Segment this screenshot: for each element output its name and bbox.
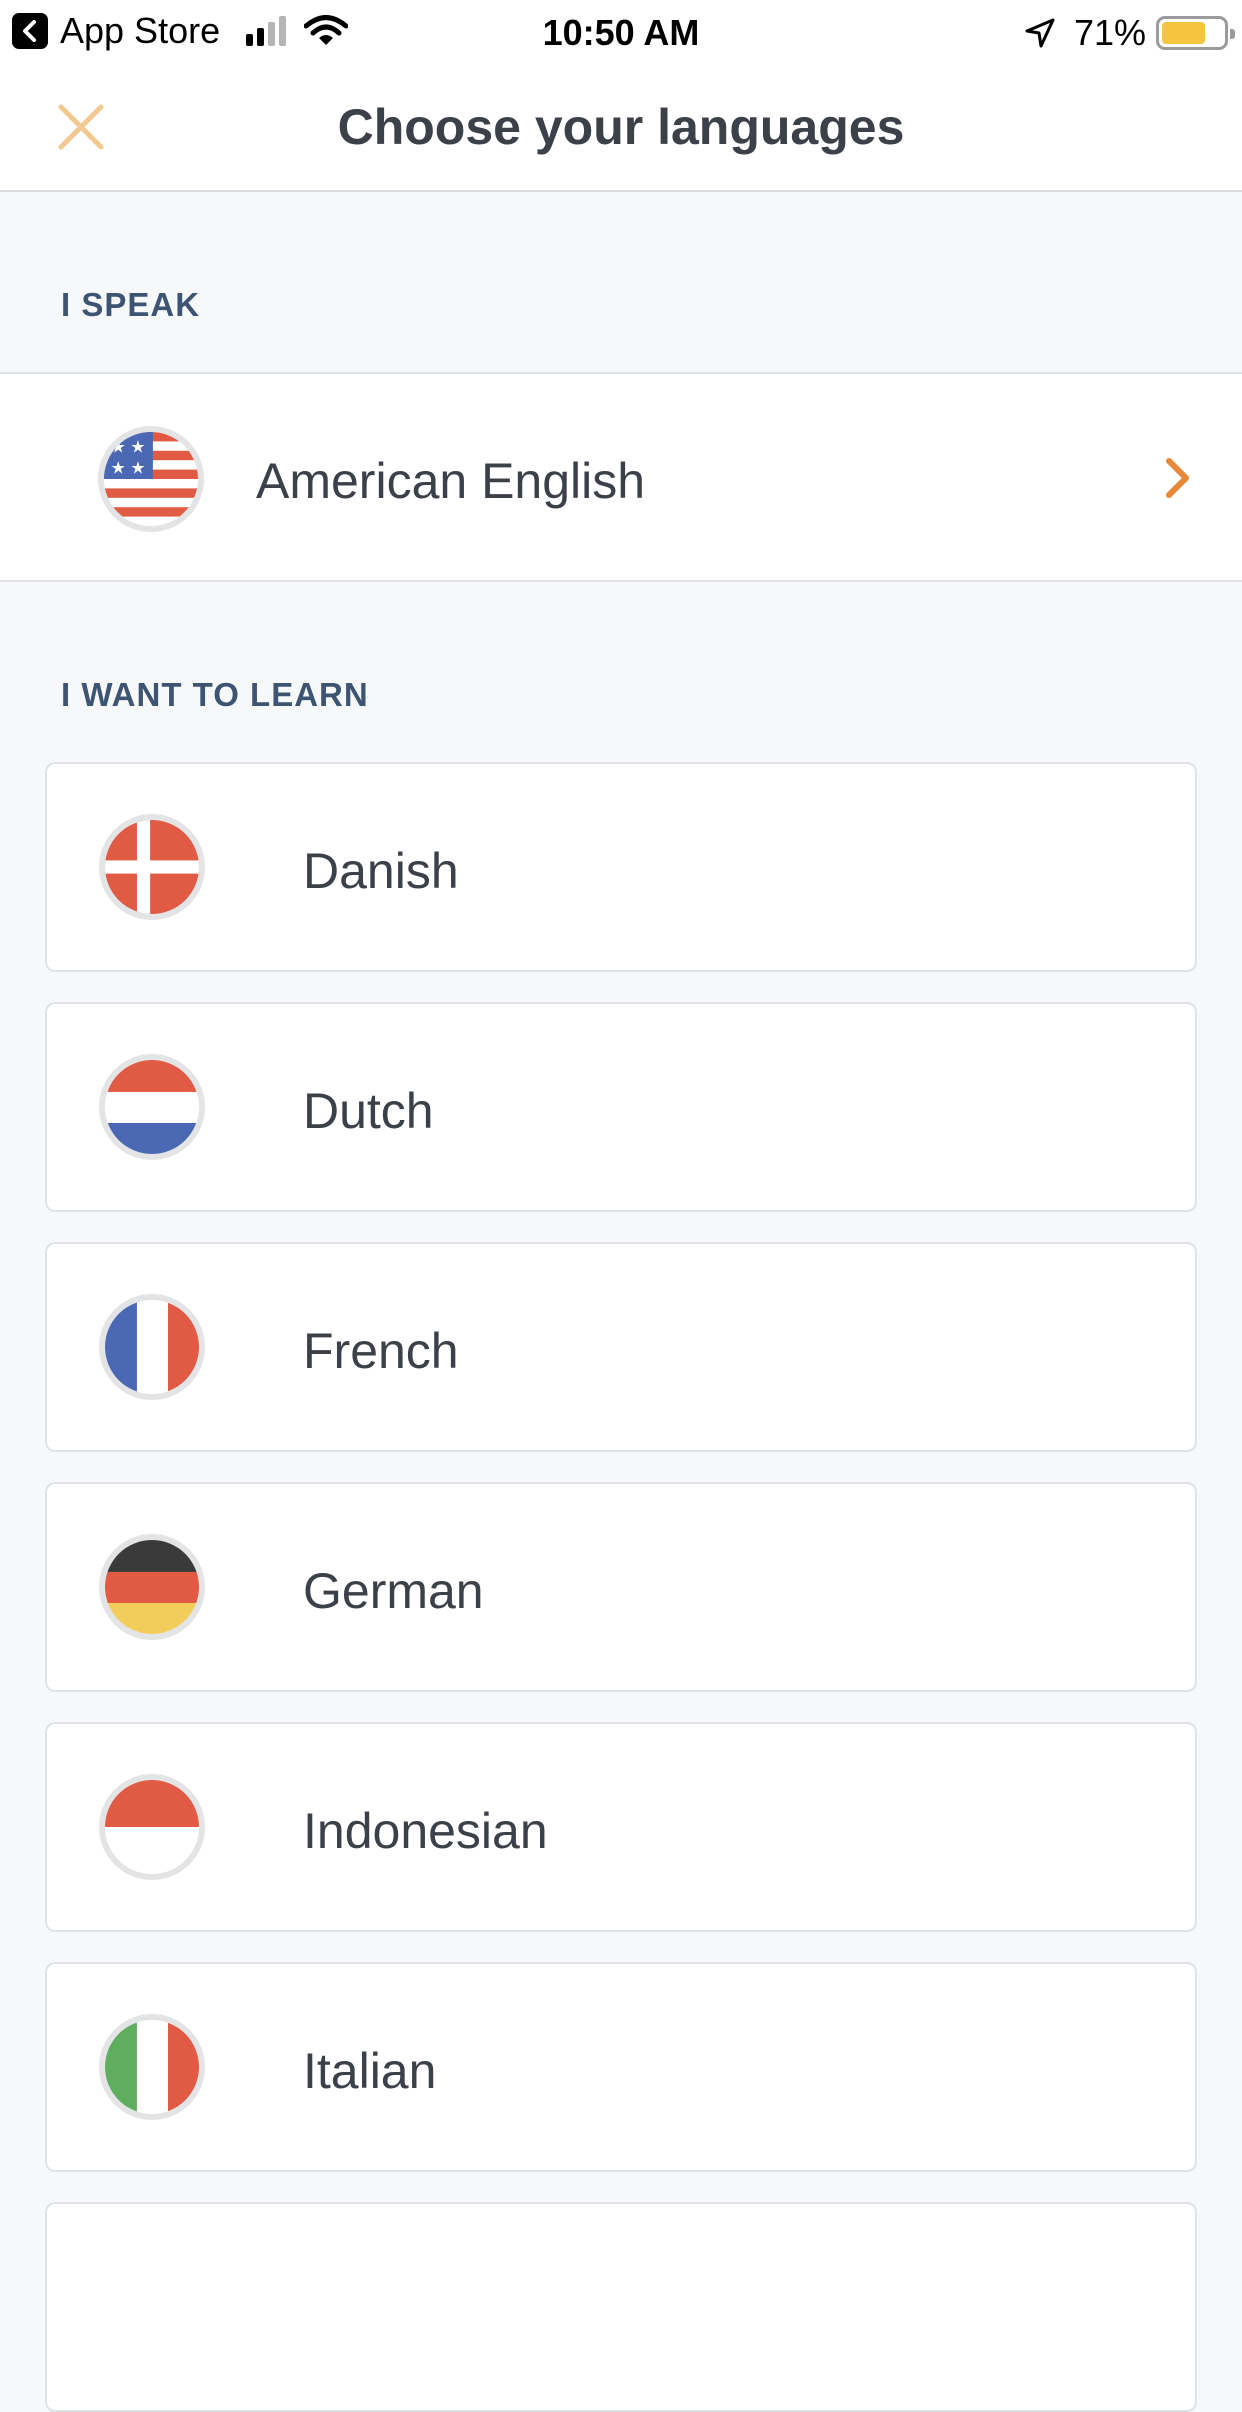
page-title: Choose your languages: [337, 99, 905, 155]
denmark-flag-icon: [99, 814, 205, 920]
header: Choose your languages: [0, 62, 1242, 192]
germany-flag-icon: [99, 1534, 205, 1640]
netherlands-flag-icon: [99, 1054, 205, 1160]
language-card-french[interactable]: French: [45, 1242, 1197, 1452]
us-flag-icon: ★ ★ ★ ★: [98, 426, 204, 532]
indonesia-flag-icon: [99, 1774, 205, 1880]
battery-percent: 71%: [1073, 12, 1146, 53]
language-card-italian[interactable]: Italian: [45, 1962, 1197, 2172]
speak-section-label: I SPEAK: [61, 286, 201, 323]
svg-text:★: ★: [130, 457, 145, 477]
italy-flag-icon: [99, 2014, 205, 2120]
svg-text:★: ★: [111, 457, 126, 477]
status-left: App Store: [12, 10, 349, 52]
language-label: Indonesian: [303, 1803, 548, 1859]
language-label: French: [303, 1323, 459, 1379]
language-card-indonesian[interactable]: Indonesian: [45, 1722, 1197, 1932]
language-card-next[interactable]: [45, 2202, 1197, 2412]
language-label: Italian: [303, 2043, 437, 2099]
svg-text:★: ★: [111, 437, 126, 457]
language-label: German: [303, 1563, 484, 1619]
back-to-app-icon[interactable]: [12, 13, 48, 49]
language-label: Danish: [303, 843, 459, 899]
battery-icon: [1156, 16, 1235, 50]
learn-section-label: I WANT TO LEARN: [61, 676, 369, 713]
speak-language-row[interactable]: ★ ★ ★ ★ American English: [0, 372, 1242, 582]
back-app-label[interactable]: App Store: [60, 10, 220, 52]
status-bar: App Store 10:50 AM 71%: [0, 0, 1242, 62]
chevron-right-icon: [1166, 458, 1189, 498]
status-right: 71%: [1024, 12, 1235, 54]
france-flag-icon: [99, 1294, 205, 1400]
language-label: Dutch: [303, 1083, 434, 1139]
cellular-signal-icon: [246, 16, 287, 46]
language-card-dutch[interactable]: Dutch: [45, 1002, 1197, 1212]
svg-text:★: ★: [130, 437, 145, 457]
language-card-german[interactable]: German: [45, 1482, 1197, 1692]
wifi-icon: [304, 15, 349, 45]
location-arrow-icon: [1025, 18, 1055, 48]
speak-language-label: American English: [256, 453, 646, 509]
battery-fill: [1162, 22, 1205, 44]
language-card-danish[interactable]: Danish: [45, 762, 1197, 972]
